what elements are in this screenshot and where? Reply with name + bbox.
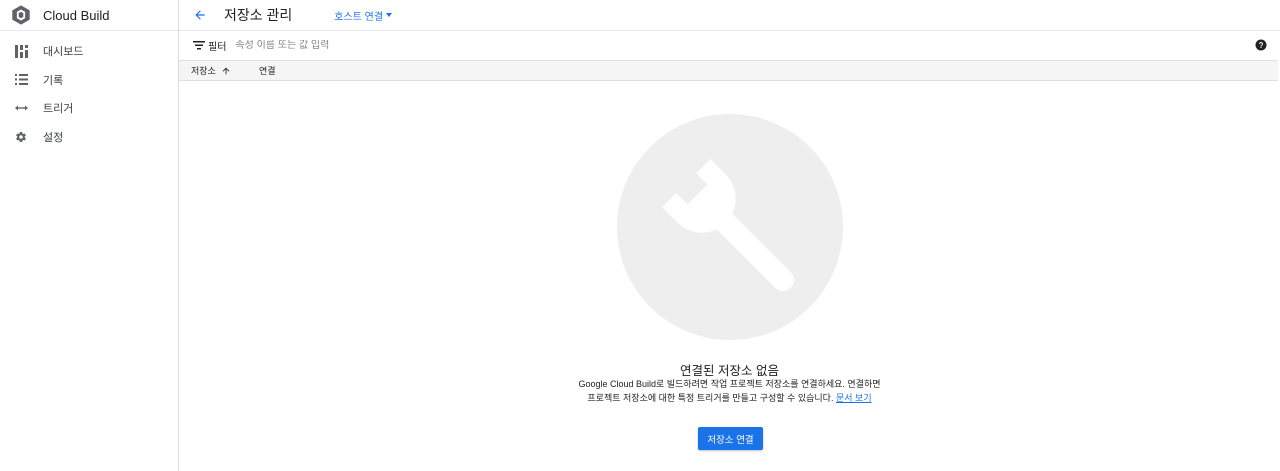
help-icon[interactable] <box>1255 39 1267 51</box>
app-root: Cloud Build 대시보드 기록 트리거 설정 저장소 관리 호스트 연결… <box>0 0 1280 471</box>
sidebar-item-history[interactable]: 기록 <box>0 66 178 95</box>
back-button[interactable] <box>191 6 209 24</box>
sidebar-item-label: 대시보드 <box>43 46 84 59</box>
filter-bar: 필터 <box>179 31 1280 60</box>
empty-state-line-1: Google Cloud Build로 빌드하려면 작업 프로젝트 저장소를 연… <box>578 379 881 389</box>
sidebar: Cloud Build 대시보드 기록 트리거 설정 <box>0 0 179 471</box>
empty-state: 연결된 저장소 없음 Google Cloud Build로 빌드하려면 작업 … <box>179 80 1280 471</box>
page-title: 저장소 관리 <box>224 7 293 23</box>
column-header-repository[interactable]: 저장소 <box>191 64 259 77</box>
dashboard-icon <box>14 44 28 58</box>
main-content: 저장소 관리 호스트 연결 필터 저장소 <box>179 0 1280 471</box>
connect-host-label: 호스트 연결 <box>334 11 384 23</box>
cloud-build-logo-icon <box>12 5 30 25</box>
column-header-connection[interactable]: 연결 <box>259 64 276 77</box>
filter-input[interactable] <box>235 40 536 51</box>
column-header-label: 연결 <box>259 66 276 76</box>
sidebar-item-triggers[interactable]: 트리거 <box>0 94 178 123</box>
caret-down-icon <box>386 13 393 17</box>
sidebar-item-settings[interactable]: 설정 <box>0 123 178 152</box>
app-title: Cloud Build <box>43 7 110 23</box>
empty-state-line-2-text: 프로젝트 저장소에 대한 특정 트리거를 만들고 구성할 수 있습니다. <box>587 393 834 403</box>
connect-host-dropdown[interactable]: 호스트 연결 <box>334 8 393 23</box>
sidebar-item-label: 기록 <box>43 74 64 87</box>
gear-icon <box>14 130 28 144</box>
connect-repository-button[interactable]: 저장소 연결 <box>698 427 763 450</box>
sidebar-item-label: 설정 <box>43 131 64 144</box>
sidebar-item-dashboard[interactable]: 대시보드 <box>0 37 178 66</box>
view-docs-link[interactable]: 문서 보기 <box>836 393 872 403</box>
table-header: 저장소 연결 <box>179 60 1278 81</box>
filter-label: 필터 <box>208 42 227 53</box>
column-header-label: 저장소 <box>191 66 216 76</box>
arrow-up-icon <box>221 66 231 76</box>
arrow-back-icon <box>195 10 205 20</box>
sidebar-item-label: 트리거 <box>43 103 74 116</box>
page-header: 저장소 관리 호스트 연결 <box>179 0 1280 31</box>
empty-state-line-2: 프로젝트 저장소에 대한 특정 트리거를 만들고 구성할 수 있습니다. 문서 … <box>179 391 1280 405</box>
brand[interactable]: Cloud Build <box>0 0 178 31</box>
empty-state-description: Google Cloud Build로 빌드하려면 작업 프로젝트 저장소를 연… <box>179 377 1280 405</box>
wrench-illustration-icon <box>617 114 843 340</box>
list-icon <box>14 73 28 87</box>
trigger-arrows-icon <box>14 101 28 115</box>
filter-icon[interactable] <box>193 40 205 52</box>
sidebar-nav: 대시보드 기록 트리거 설정 <box>0 31 178 151</box>
